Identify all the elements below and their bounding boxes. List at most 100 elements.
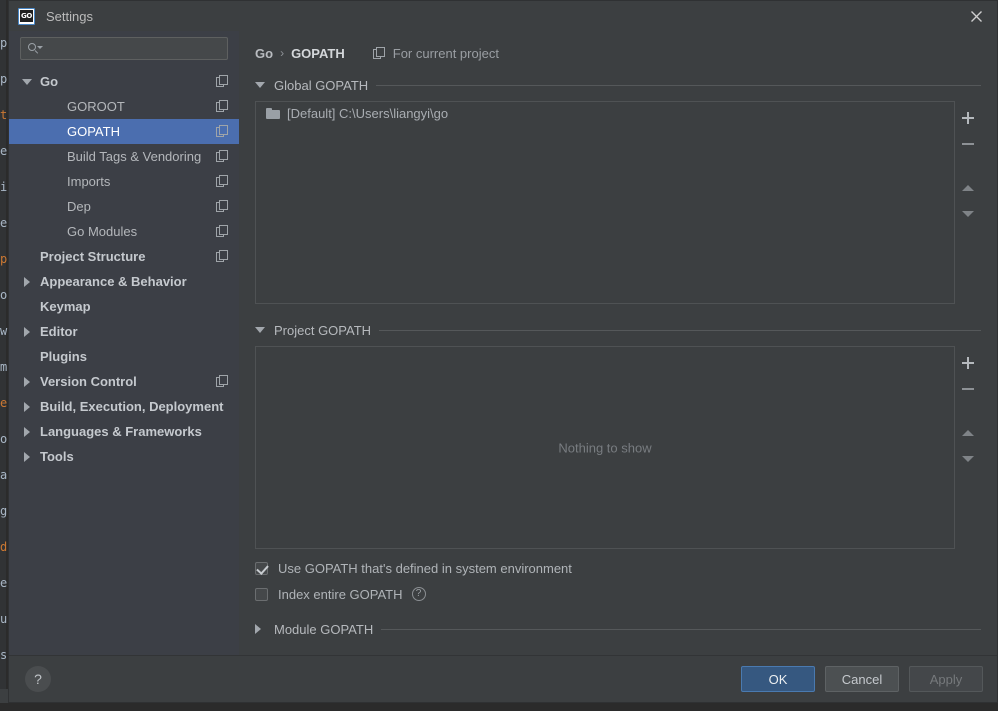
move-down-icon[interactable] <box>957 203 979 225</box>
breadcrumb-separator: › <box>280 46 285 60</box>
chevron-right-icon <box>20 276 34 287</box>
dialog-titlebar: GO Settings <box>9 1 997 31</box>
project-scope-icon[interactable] <box>216 150 229 163</box>
project-scope-icon[interactable] <box>216 375 229 388</box>
gopath-path-text: [Default] C:\Users\liangyi\go <box>287 105 449 121</box>
project-scope-icon[interactable] <box>216 250 229 263</box>
index-entire-gopath-label: Index entire GOPATH <box>278 586 403 602</box>
project-scope-icon[interactable] <box>216 75 229 88</box>
sidebar-item-plugins[interactable]: Plugins <box>9 344 239 369</box>
sidebar-item-label: Dep <box>67 199 91 214</box>
help-button[interactable]: ? <box>25 666 51 692</box>
ok-button[interactable]: OK <box>741 666 815 692</box>
add-icon[interactable] <box>957 107 979 129</box>
sidebar-item-label: Imports <box>67 174 111 189</box>
settings-dialog: GO Settings Go GOROOT GOPATH Build Tags … <box>8 0 998 703</box>
module-gopath-title: Module GOPATH <box>274 621 374 637</box>
sidebar-item-label: Go Modules <box>67 224 138 239</box>
section-divider <box>379 329 981 331</box>
project-gopath-list[interactable]: Nothing to show <box>255 346 955 549</box>
global-gopath-toolbar <box>955 101 981 304</box>
project-scope-icon[interactable] <box>216 200 229 213</box>
sidebar-item-label: Languages & Frameworks <box>40 424 202 439</box>
project-scope-icon <box>372 46 386 60</box>
settings-content: Go › GOPATH For current project Global G… <box>239 31 997 655</box>
chevron-right-icon <box>20 401 34 412</box>
empty-state-text: Nothing to show <box>558 440 652 455</box>
sidebar-item-dep[interactable]: Dep <box>9 194 239 219</box>
desktop-bottom-strip <box>0 703 998 711</box>
global-gopath-panel-wrap: [Default] C:\Users\liangyi\go <box>255 101 981 304</box>
settings-tree: Go GOROOT GOPATH Build Tags & Vendoring Impo… <box>9 69 239 655</box>
use-system-gopath-row[interactable]: Use GOPATH that's defined in system envi… <box>255 557 981 579</box>
sidebar-item-version-control[interactable]: Version Control <box>9 369 239 394</box>
sidebar-item-label: Version Control <box>40 374 137 389</box>
global-gopath-section-header[interactable]: Global GOPATH <box>255 75 981 95</box>
sidebar-item-label: Build Tags & Vendoring <box>67 149 202 164</box>
sidebar-item-goroot[interactable]: GOROOT <box>9 94 239 119</box>
add-icon[interactable] <box>957 352 979 374</box>
module-gopath-section-header[interactable]: Module GOPATH <box>255 619 981 639</box>
remove-icon[interactable] <box>957 133 979 155</box>
expand-chevron-right-icon <box>255 624 269 634</box>
footer-buttons: OK Cancel Apply <box>741 666 983 692</box>
dialog-body: Go GOROOT GOPATH Build Tags & Vendoring Impo… <box>9 31 997 655</box>
sidebar-item-label: Build, Execution, Deployment <box>40 399 224 414</box>
index-entire-gopath-row[interactable]: Index entire GOPATH ? <box>255 583 981 605</box>
chevron-right-icon <box>20 376 34 387</box>
project-scope-icon[interactable] <box>216 175 229 188</box>
remove-icon[interactable] <box>957 378 979 400</box>
for-current-project-label[interactable]: For current project <box>372 46 499 61</box>
sidebar-item-label: Tools <box>40 449 74 464</box>
dialog-footer: ? OK Cancel Apply <box>9 655 997 702</box>
dialog-title: Settings <box>46 8 93 24</box>
sidebar-item-project-structure[interactable]: Project Structure <box>9 244 239 269</box>
sidebar-item-build-tags-vendoring[interactable]: Build Tags & Vendoring <box>9 144 239 169</box>
project-gopath-panel-wrap: Nothing to show <box>255 346 981 549</box>
settings-sidebar: Go GOROOT GOPATH Build Tags & Vendoring Impo… <box>9 31 239 655</box>
sidebar-item-appearance-behavior[interactable]: Appearance & Behavior <box>9 269 239 294</box>
folder-icon <box>266 107 280 119</box>
index-entire-gopath-checkbox[interactable] <box>255 587 268 601</box>
apply-button[interactable]: Apply <box>909 666 983 692</box>
gopath-list-item[interactable]: [Default] C:\Users\liangyi\go <box>256 102 954 124</box>
project-scope-icon[interactable] <box>216 125 229 138</box>
project-gopath-section-header[interactable]: Project GOPATH <box>255 320 981 340</box>
sidebar-item-label: Appearance & Behavior <box>40 274 187 289</box>
sidebar-item-label: Editor <box>40 324 78 339</box>
move-down-icon[interactable] <box>957 448 979 470</box>
sidebar-item-editor[interactable]: Editor <box>9 319 239 344</box>
sidebar-item-label: Project Structure <box>40 249 146 264</box>
global-gopath-entries: [Default] C:\Users\liangyi\go <box>256 102 954 124</box>
chevron-right-icon <box>20 426 34 437</box>
sidebar-item-build-execution-deployment[interactable]: Build, Execution, Deployment <box>9 394 239 419</box>
sidebar-item-label: Plugins <box>40 349 87 364</box>
screen: ppteiepowmeoagdeus GO Settings Go GOROOT… <box>0 0 998 711</box>
use-system-gopath-checkbox[interactable] <box>255 561 268 575</box>
global-gopath-list[interactable]: [Default] C:\Users\liangyi\go <box>255 101 955 304</box>
breadcrumb-root[interactable]: Go <box>255 46 273 61</box>
breadcrumb: Go › GOPATH For current project <box>255 31 981 75</box>
sidebar-item-gopath[interactable]: GOPATH <box>9 119 239 144</box>
project-scope-icon[interactable] <box>216 225 229 238</box>
section-divider <box>381 628 981 630</box>
move-up-icon[interactable] <box>957 422 979 444</box>
sidebar-item-keymap[interactable]: Keymap <box>9 294 239 319</box>
sidebar-item-go-modules[interactable]: Go Modules <box>9 219 239 244</box>
cancel-button[interactable]: Cancel <box>825 666 899 692</box>
sidebar-item-languages-frameworks[interactable]: Languages & Frameworks <box>9 419 239 444</box>
sidebar-item-tools[interactable]: Tools <box>9 444 239 469</box>
sidebar-item-label: GOROOT <box>67 99 125 114</box>
sidebar-item-imports[interactable]: Imports <box>9 169 239 194</box>
close-icon[interactable] <box>965 5 987 27</box>
project-scope-icon[interactable] <box>216 100 229 113</box>
sidebar-item-go[interactable]: Go <box>9 69 239 94</box>
editor-gutter <box>0 0 6 711</box>
help-circle-icon[interactable]: ? <box>411 587 426 601</box>
collapse-chevron-down-icon <box>255 82 269 88</box>
search-dropdown-arrow-icon <box>37 46 43 49</box>
move-up-icon[interactable] <box>957 177 979 199</box>
chevron-right-icon <box>20 326 34 337</box>
search-input[interactable] <box>20 37 228 60</box>
go-logo-icon: GO <box>18 7 35 25</box>
